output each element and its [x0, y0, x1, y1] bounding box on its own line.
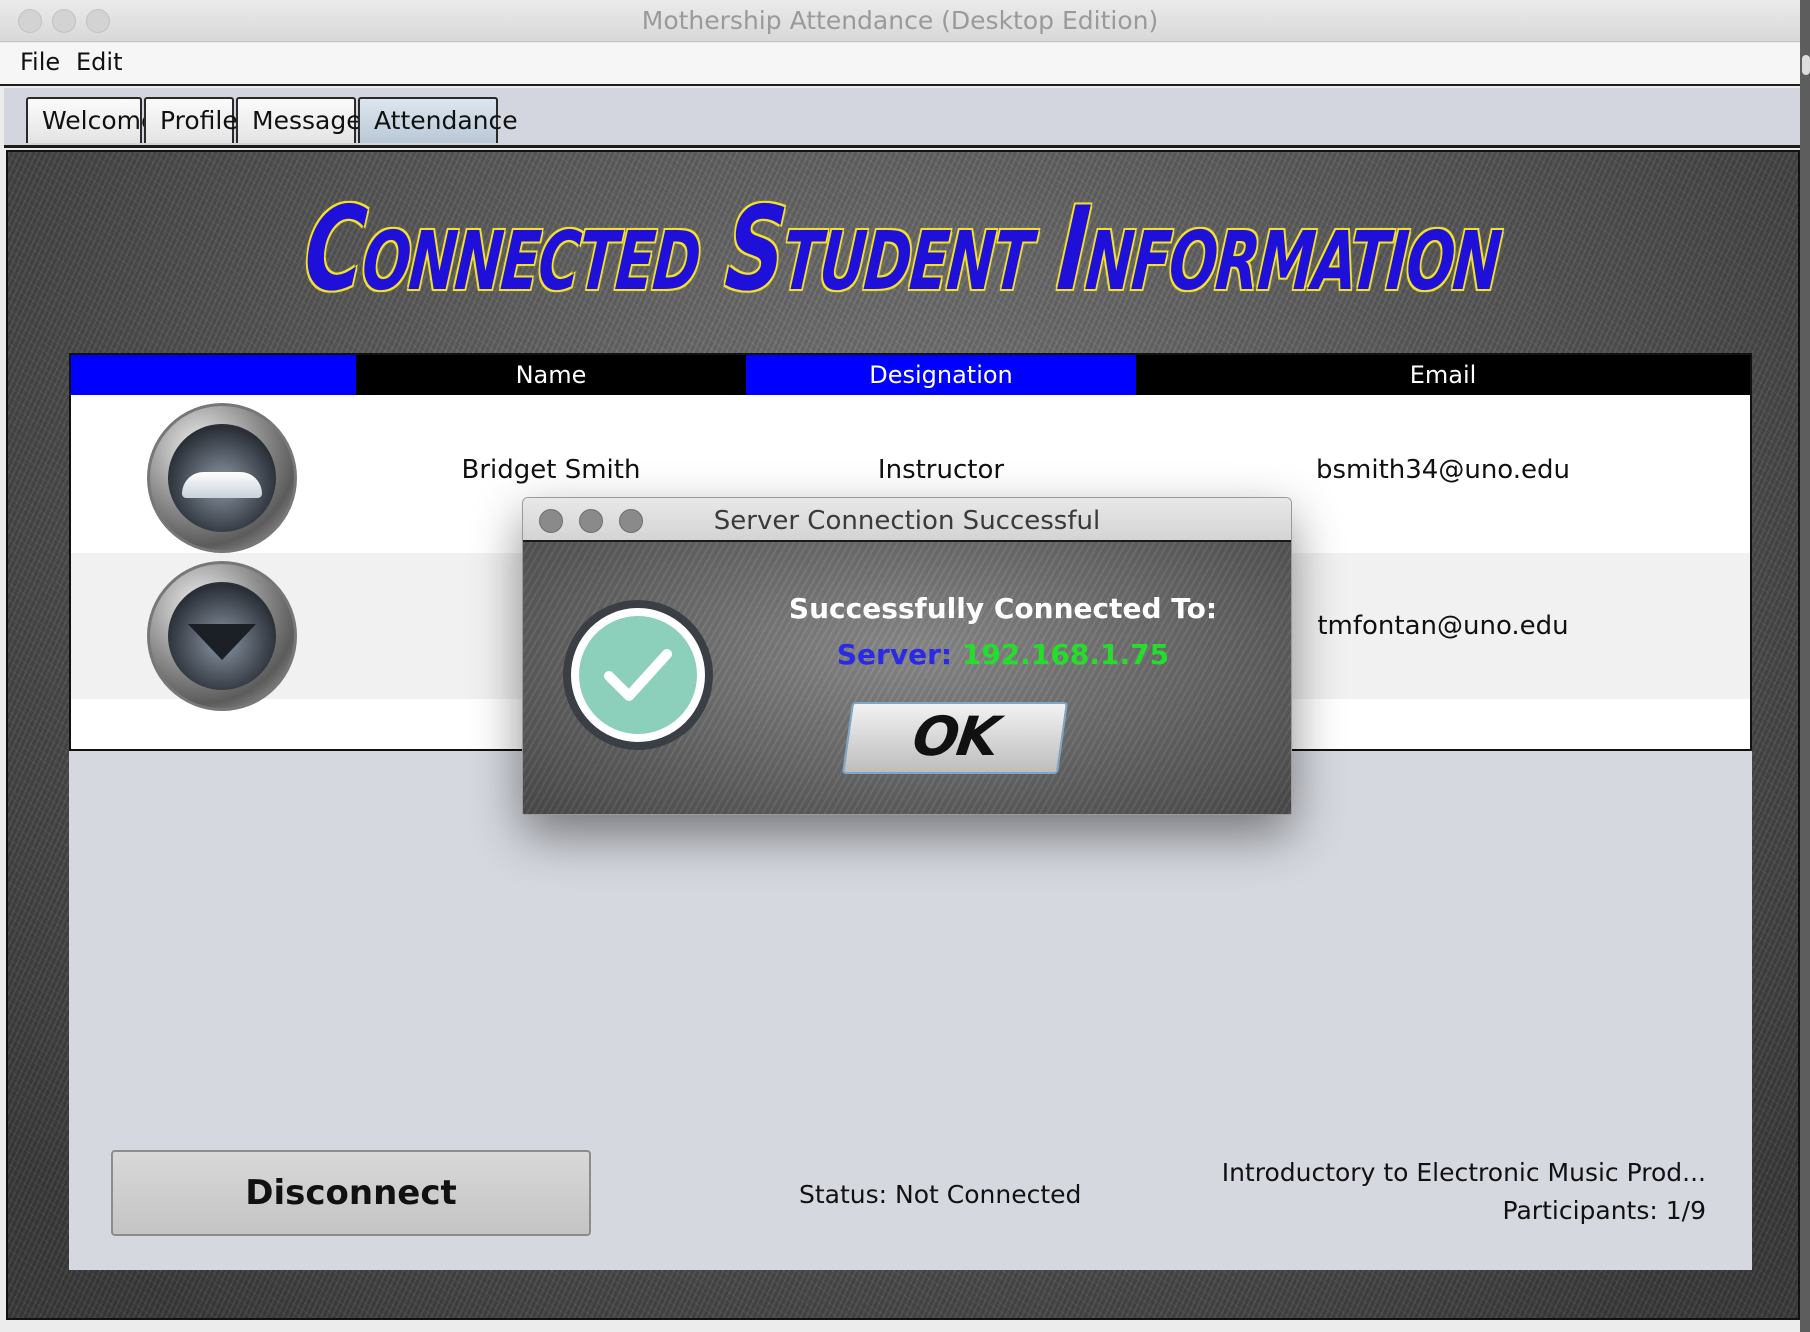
tab-attendance[interactable]: Attendance	[358, 97, 518, 143]
ok-button[interactable]: OK	[841, 702, 1069, 774]
connection-status: Status: Not Connected	[799, 1180, 1082, 1209]
student-name: Bridget Smith	[461, 455, 641, 485]
window-edge	[1802, 55, 1810, 75]
disconnect-button[interactable]: Disconnect	[111, 1150, 591, 1236]
server-label: Server:	[836, 638, 953, 671]
jet-avatar	[147, 561, 297, 711]
tab-welcome[interactable]: Welcome	[26, 97, 156, 143]
dialog-title-bar: Server Connection Successful	[523, 498, 1291, 542]
dialog-body: Successfully Connected To: Server: 192.1…	[523, 542, 1291, 814]
tab-bar: Welcome Profile Messages Attendance	[4, 88, 1800, 148]
menu-edit[interactable]: Edit	[76, 48, 122, 76]
server-info: Server: 192.168.1.75	[753, 638, 1253, 671]
footer-bar: Disconnect Status: Not Connected Introdu…	[69, 1118, 1752, 1270]
server-address: 192.168.1.75	[961, 638, 1170, 671]
menu-bar: File Edit	[0, 43, 1800, 86]
check-circle-icon	[563, 600, 713, 750]
student-designation: Instructor	[877, 455, 1005, 485]
title-bar: Mothership Attendance (Desktop Edition)	[0, 0, 1800, 42]
student-email: bsmith34@uno.edu	[1315, 455, 1570, 485]
tab-profile[interactable]: Profile	[144, 97, 238, 143]
participant-count: Participants: 1/9	[1502, 1196, 1706, 1225]
dialog-title: Server Connection Successful	[713, 506, 1101, 536]
window-title: Mothership Attendance (Desktop Edition)	[641, 6, 1159, 35]
page-heading: Connected Student Information	[299, 182, 1507, 317]
success-message: Successfully Connected To:	[788, 592, 1218, 625]
main-window: Mothership Attendance (Desktop Edition) …	[0, 0, 1810, 1332]
menu-file[interactable]: File	[20, 48, 60, 76]
column-header-name[interactable]: Name	[356, 355, 746, 395]
connection-dialog: Server Connection Successful Successfull…	[522, 497, 1292, 815]
car-avatar	[147, 403, 297, 553]
tab-messages[interactable]: Messages	[236, 97, 375, 143]
column-header-designation[interactable]: Designation	[746, 355, 1136, 395]
column-header-avatar	[71, 355, 356, 395]
column-header-email[interactable]: Email	[1136, 355, 1750, 395]
course-title: Introductory to Electronic Music Prod...	[1221, 1158, 1706, 1187]
